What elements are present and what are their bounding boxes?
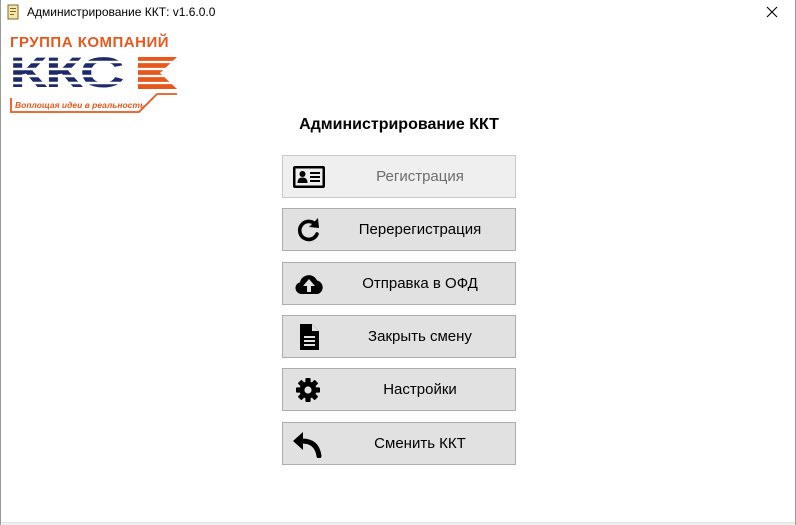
close-shift-button[interactable]: Закрыть смену [282,315,516,358]
gear-icon [296,378,320,402]
page-heading: Администрирование ККТ [299,116,499,133]
registration-label: Регистрация [376,168,464,185]
logo-slogan: Воплощая идеи в реальность [15,100,145,110]
send-to-ofd-label: Отправка в ОФД [362,275,478,292]
logo-brand: ККС [9,49,124,96]
app-icon [7,4,19,20]
reregistration-button[interactable]: Перерегистрация [282,208,516,251]
title-bar: Администрирование ККТ: v1.6.0.0 [1,0,795,24]
settings-label: Настройки [383,381,457,398]
logo-top-text: ГРУППА КОМПАНИЙ [10,33,169,51]
change-kkt-label: Сменить ККТ [374,435,466,452]
company-logo: ГРУППА КОМПАНИЙ ККС Воплощая идеи в реал… [7,33,179,113]
change-kkt-button[interactable]: Сменить ККТ [282,422,516,465]
app-window: Администрирование ККТ: v1.6.0.0 ГРУППА К… [0,0,796,525]
document-icon [300,324,319,350]
cloud-upload-icon [295,275,323,294]
close-button[interactable] [749,0,795,24]
close-shift-label: Закрыть смену [368,328,472,345]
refresh-icon [297,218,319,242]
window-title: Администрирование ККТ: v1.6.0.0 [27,5,216,19]
reregistration-label: Перерегистрация [358,221,482,238]
send-to-ofd-button[interactable]: Отправка в ОФД [282,262,516,305]
close-icon [766,6,778,18]
settings-button[interactable]: Настройки [282,368,516,411]
registration-button[interactable]: Регистрация [282,155,516,198]
reply-arrow-icon [293,432,322,458]
id-card-icon [293,166,325,188]
